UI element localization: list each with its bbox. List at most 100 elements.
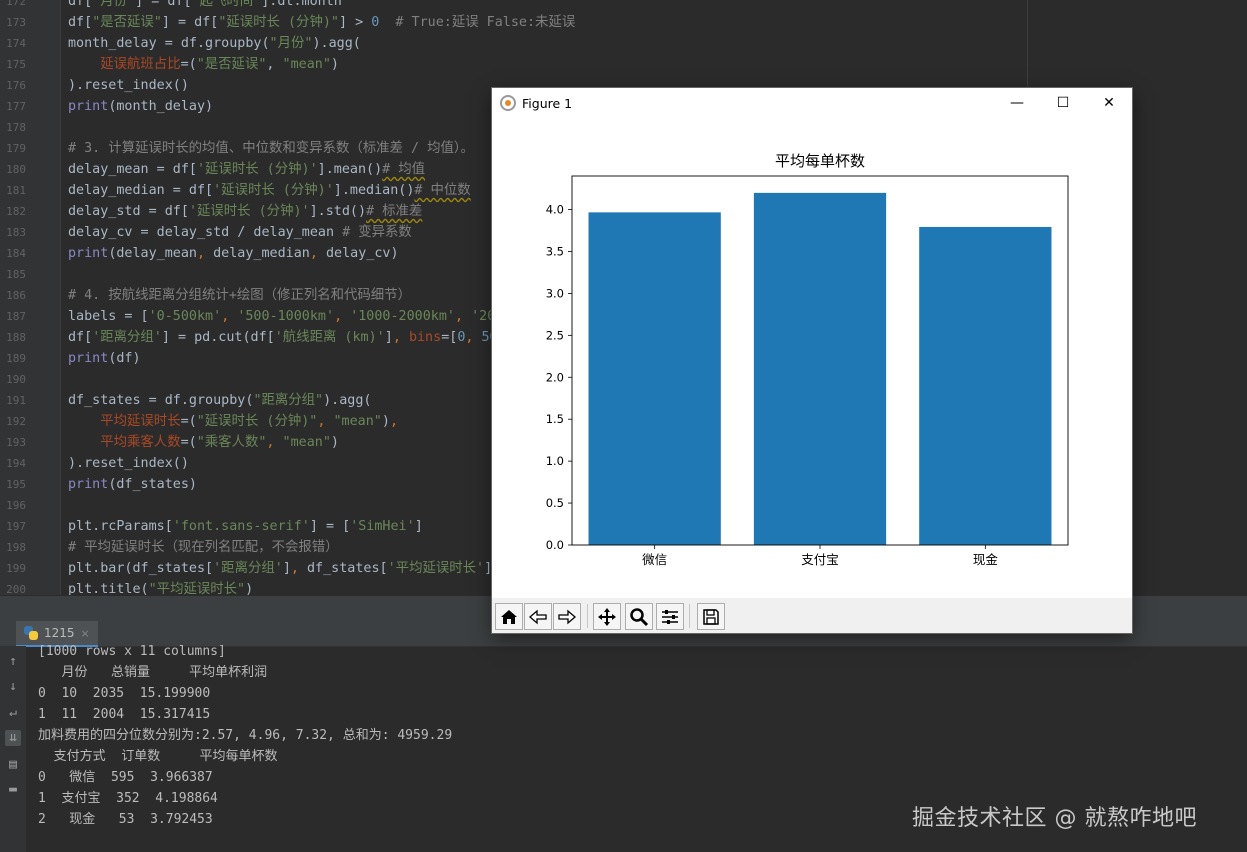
code-text: 延误航班占比=("是否延误", "mean") <box>68 54 339 75</box>
code-text: delay_mean = df['延误时长 (分钟)'].mean()# 均值 <box>68 159 425 180</box>
code-text: df['距离分组'] = pd.cut(df['航线距离 (km)'], bin… <box>68 327 498 348</box>
code-token: "mean" <box>282 57 331 72</box>
code-token: df[ <box>68 15 93 30</box>
code-token: ] = pd.cut(df[ <box>161 330 275 345</box>
line-number: 194 <box>6 457 26 470</box>
code-token: ] <box>414 519 423 534</box>
code-token: , <box>266 435 283 450</box>
matplotlib-icon <box>500 95 516 111</box>
line-number: 188 <box>6 331 26 344</box>
code-token: ].median() <box>333 183 415 198</box>
zoom-icon[interactable] <box>625 603 653 630</box>
line-number: 173 <box>6 16 26 29</box>
line-number: 197 <box>6 520 26 533</box>
close-tab-icon[interactable]: × <box>81 627 90 640</box>
print-icon[interactable]: ▤ <box>5 757 21 773</box>
trash-icon[interactable]: ▬ <box>5 782 21 798</box>
code-token: # True:延误 False:未延误 <box>395 15 576 30</box>
code-token: (delay_mean <box>108 246 197 261</box>
close-button[interactable]: ✕ <box>1086 88 1132 118</box>
down-arrow-icon[interactable]: ↓ <box>5 679 21 695</box>
code-token: df_states[ <box>307 561 388 576</box>
code-token: df[ <box>68 330 93 345</box>
bar <box>588 212 721 545</box>
code-token: =[ <box>441 330 458 345</box>
code-token: =( <box>180 435 197 450</box>
back-icon[interactable] <box>524 603 552 630</box>
code-token: ).reset_index() <box>68 456 189 471</box>
code-token: "距离分组" <box>253 393 324 408</box>
save-icon[interactable] <box>697 603 725 630</box>
code-token: 'font.sans-serif' <box>172 519 310 534</box>
code-text: plt.rcParams['font.sans-serif'] = ['SimH… <box>68 516 423 537</box>
home-icon[interactable] <box>495 603 523 630</box>
up-arrow-icon[interactable]: ↑ <box>5 654 21 670</box>
code-text: labels = ['0-500km', '500-1000km', '1000… <box>68 306 495 327</box>
maximize-button[interactable]: ☐ <box>1040 88 1086 118</box>
code-token: , <box>266 57 283 72</box>
y-tick-label: 0.5 <box>546 496 564 510</box>
code-text: print(month_delay) <box>68 96 213 117</box>
code-token: # 均值 <box>382 162 426 177</box>
code-token: "月份" <box>92 0 136 9</box>
code-text: delay_cv = delay_std / delay_mean # 变异系数 <box>68 222 412 243</box>
line-number: 179 <box>6 142 26 155</box>
code-token: 延误航班占比 <box>100 57 181 72</box>
code-token: , <box>334 309 351 324</box>
forward-icon[interactable] <box>553 603 581 630</box>
bar <box>753 192 887 546</box>
line-number: 184 <box>6 247 26 260</box>
run-tab-label: 1215 <box>44 626 75 640</box>
line-number: 175 <box>6 58 26 71</box>
code-token: 'SimHei' <box>350 519 415 534</box>
code-token: plt.rcParams[ <box>68 519 173 534</box>
bar <box>919 226 1052 545</box>
code-token: # 标准差 <box>366 204 423 219</box>
code-line[interactable]: 172 df["月份"] = df["起飞时间"].dt.month <box>0 0 1247 12</box>
figure-window[interactable]: Figure 1 — ☐ ✕ 平均每单杯数 微信 支付宝 现金 0.0 0.5 1.0 1.5… <box>492 88 1132 633</box>
code-token: df_states = df.groupby( <box>68 393 254 408</box>
pan-icon[interactable] <box>593 603 621 630</box>
code-token: , <box>197 246 214 261</box>
code-text: plt.title("平均延误时长") <box>68 579 253 595</box>
soft-wrap-icon[interactable]: ↵ <box>5 705 21 721</box>
code-token: , <box>290 561 307 576</box>
code-line[interactable]: 175 延误航班占比=("是否延误", "mean") <box>0 54 1247 75</box>
code-token: delay_median <box>213 246 310 261</box>
code-token: , <box>309 246 326 261</box>
console-line: 0 10 2035 15.199900 <box>38 686 211 701</box>
figure-titlebar[interactable]: Figure 1 — ☐ ✕ <box>492 88 1132 118</box>
code-token: "起飞时间" <box>191 0 262 9</box>
code-token: =( <box>180 57 197 72</box>
console-line: 支付方式 订单数 平均每单杯数 <box>38 749 278 764</box>
code-token: ] <box>282 561 291 576</box>
console-line: [1000 rows x 11 columns] <box>38 644 226 659</box>
code-token: ) <box>330 57 339 72</box>
code-text: df["是否延误"] = df["延误时长 (分钟)"] > 0 # True:… <box>68 12 575 33</box>
code-token: ] = [ <box>309 519 351 534</box>
code-token: '延误时长 (分钟)' <box>188 204 310 219</box>
code-token: ).agg( <box>323 393 372 408</box>
code-token: '距离分组' <box>92 330 162 345</box>
code-text: print(df) <box>68 348 141 369</box>
code-line[interactable]: 173 df["是否延误"] = df["延误时长 (分钟)"] > 0 # Tr… <box>0 12 1247 33</box>
configure-icon[interactable] <box>656 603 684 630</box>
code-token: "乘客人数" <box>196 435 267 450</box>
scroll-to-end-icon[interactable]: ⇊ <box>5 730 21 746</box>
code-token: plt.title( <box>68 582 149 595</box>
y-tick-label: 0.0 <box>546 538 564 552</box>
y-tick-label: 1.5 <box>546 412 564 426</box>
minimize-button[interactable]: — <box>994 88 1040 118</box>
code-line[interactable]: 174 month_delay = df.groupby("月份").agg( <box>0 33 1247 54</box>
code-token: # 4. 按航线距离分组统计+绘图（修正列名和代码细节） <box>68 288 411 303</box>
code-text: 平均延误时长=("延误时长 (分钟)", "mean"), <box>68 411 398 432</box>
plot-area: 平均每单杯数 微信 支付宝 现金 0.0 0.5 1.0 1.5 2.0 2.5 3.0 3.5 4.0 <box>492 118 1132 598</box>
code-token: ) <box>330 435 339 450</box>
code-token: print <box>68 351 109 366</box>
code-token: plt.bar(df_states[ <box>68 561 214 576</box>
code-text: delay_std = df['延误时长 (分钟)'].std()# 标准差 <box>68 201 422 222</box>
y-tick-label: 3.5 <box>546 244 564 258</box>
code-token: '延误时长 (分钟)' <box>213 183 334 198</box>
code-token: # 中位数 <box>414 183 471 198</box>
console-line: 1 11 2004 15.317415 <box>38 707 211 722</box>
